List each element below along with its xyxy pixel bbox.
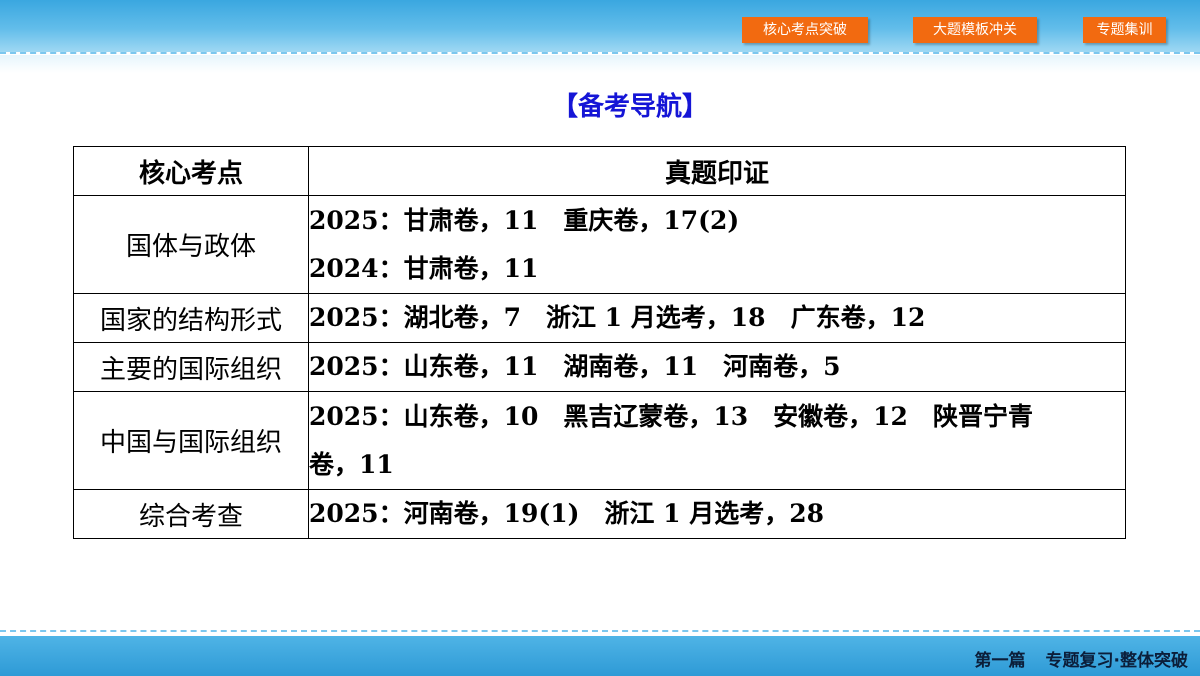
column-header-evidence: 真题印证 bbox=[308, 146, 1126, 196]
evidence-line: 2025：湖北卷，7 浙江 1 月选考，18 广东卷，12 bbox=[309, 303, 926, 332]
top-fade bbox=[0, 55, 1200, 73]
evidence-cell: 2025：山东卷，10 黑吉辽蒙卷，13 安徽卷，12 陕晋宁青 卷，11 bbox=[308, 391, 1126, 490]
evidence-cell: 2025：河南卷，19(1) 浙江 1 月选考，28 bbox=[308, 489, 1126, 539]
page-title: 【备考导航】 bbox=[551, 92, 708, 122]
table-row: 主要的国际组织 2025：山东卷，11 湖南卷，11 河南卷，5 bbox=[73, 342, 1126, 392]
nav-button-special-training[interactable]: 专题集训 bbox=[1083, 17, 1166, 43]
table-row: 中国与国际组织 2025：山东卷，10 黑吉辽蒙卷，13 安徽卷，12 陕晋宁青… bbox=[73, 391, 1126, 490]
exam-guide-table: 核心考点 真题印证 国体与政体 2025：甘肃卷，11 重庆卷，17(2) 20… bbox=[73, 146, 1126, 539]
topic-cell: 综合考查 bbox=[73, 489, 309, 539]
evidence-line: 2025：河南卷，19(1) 浙江 1 月选考，28 bbox=[309, 499, 825, 528]
table-header-row: 核心考点 真题印证 bbox=[73, 146, 1126, 196]
topic-cell: 中国与国际组织 bbox=[73, 391, 309, 490]
topic-cell: 国体与政体 bbox=[73, 195, 309, 294]
nav-button-big-question-templates[interactable]: 大题模板冲关 bbox=[913, 17, 1037, 43]
table-row: 国体与政体 2025：甘肃卷，11 重庆卷，17(2) 2024：甘肃卷，11 bbox=[73, 195, 1126, 294]
topic-cell: 主要的国际组织 bbox=[73, 342, 309, 392]
evidence-cell: 2025：甘肃卷，11 重庆卷，17(2) 2024：甘肃卷，11 bbox=[308, 195, 1126, 294]
evidence-cell: 2025：湖北卷，7 浙江 1 月选考，18 广东卷，12 bbox=[308, 293, 1126, 343]
evidence-line: 2025：山东卷，10 黑吉辽蒙卷，13 安徽卷，12 陕晋宁青 bbox=[309, 401, 1033, 431]
footer-label: 第一篇 专题复习·整体突破 bbox=[975, 646, 1188, 671]
footer-part: 第一篇 bbox=[974, 651, 1026, 671]
bottom-divider bbox=[0, 630, 1200, 632]
evidence-line: 2024：甘肃卷，11 bbox=[309, 253, 539, 283]
evidence-cell: 2025：山东卷，11 湖南卷，11 河南卷，5 bbox=[308, 342, 1126, 392]
topic-cell: 国家的结构形式 bbox=[73, 293, 309, 343]
table-row: 综合考查 2025：河南卷，19(1) 浙江 1 月选考，28 bbox=[73, 489, 1126, 539]
nav-button-core-points[interactable]: 核心考点突破 bbox=[742, 17, 868, 43]
evidence-line: 卷，11 bbox=[309, 449, 394, 479]
evidence-line: 2025：甘肃卷，11 重庆卷，17(2) bbox=[309, 205, 740, 235]
top-divider bbox=[0, 52, 1200, 54]
evidence-line: 2025：山东卷，11 湖南卷，11 河南卷，5 bbox=[309, 352, 841, 381]
footer-title: 专题复习·整体突破 bbox=[1045, 651, 1188, 671]
table-row: 国家的结构形式 2025：湖北卷，7 浙江 1 月选考，18 广东卷，12 bbox=[73, 293, 1126, 343]
column-header-topic: 核心考点 bbox=[73, 146, 309, 196]
